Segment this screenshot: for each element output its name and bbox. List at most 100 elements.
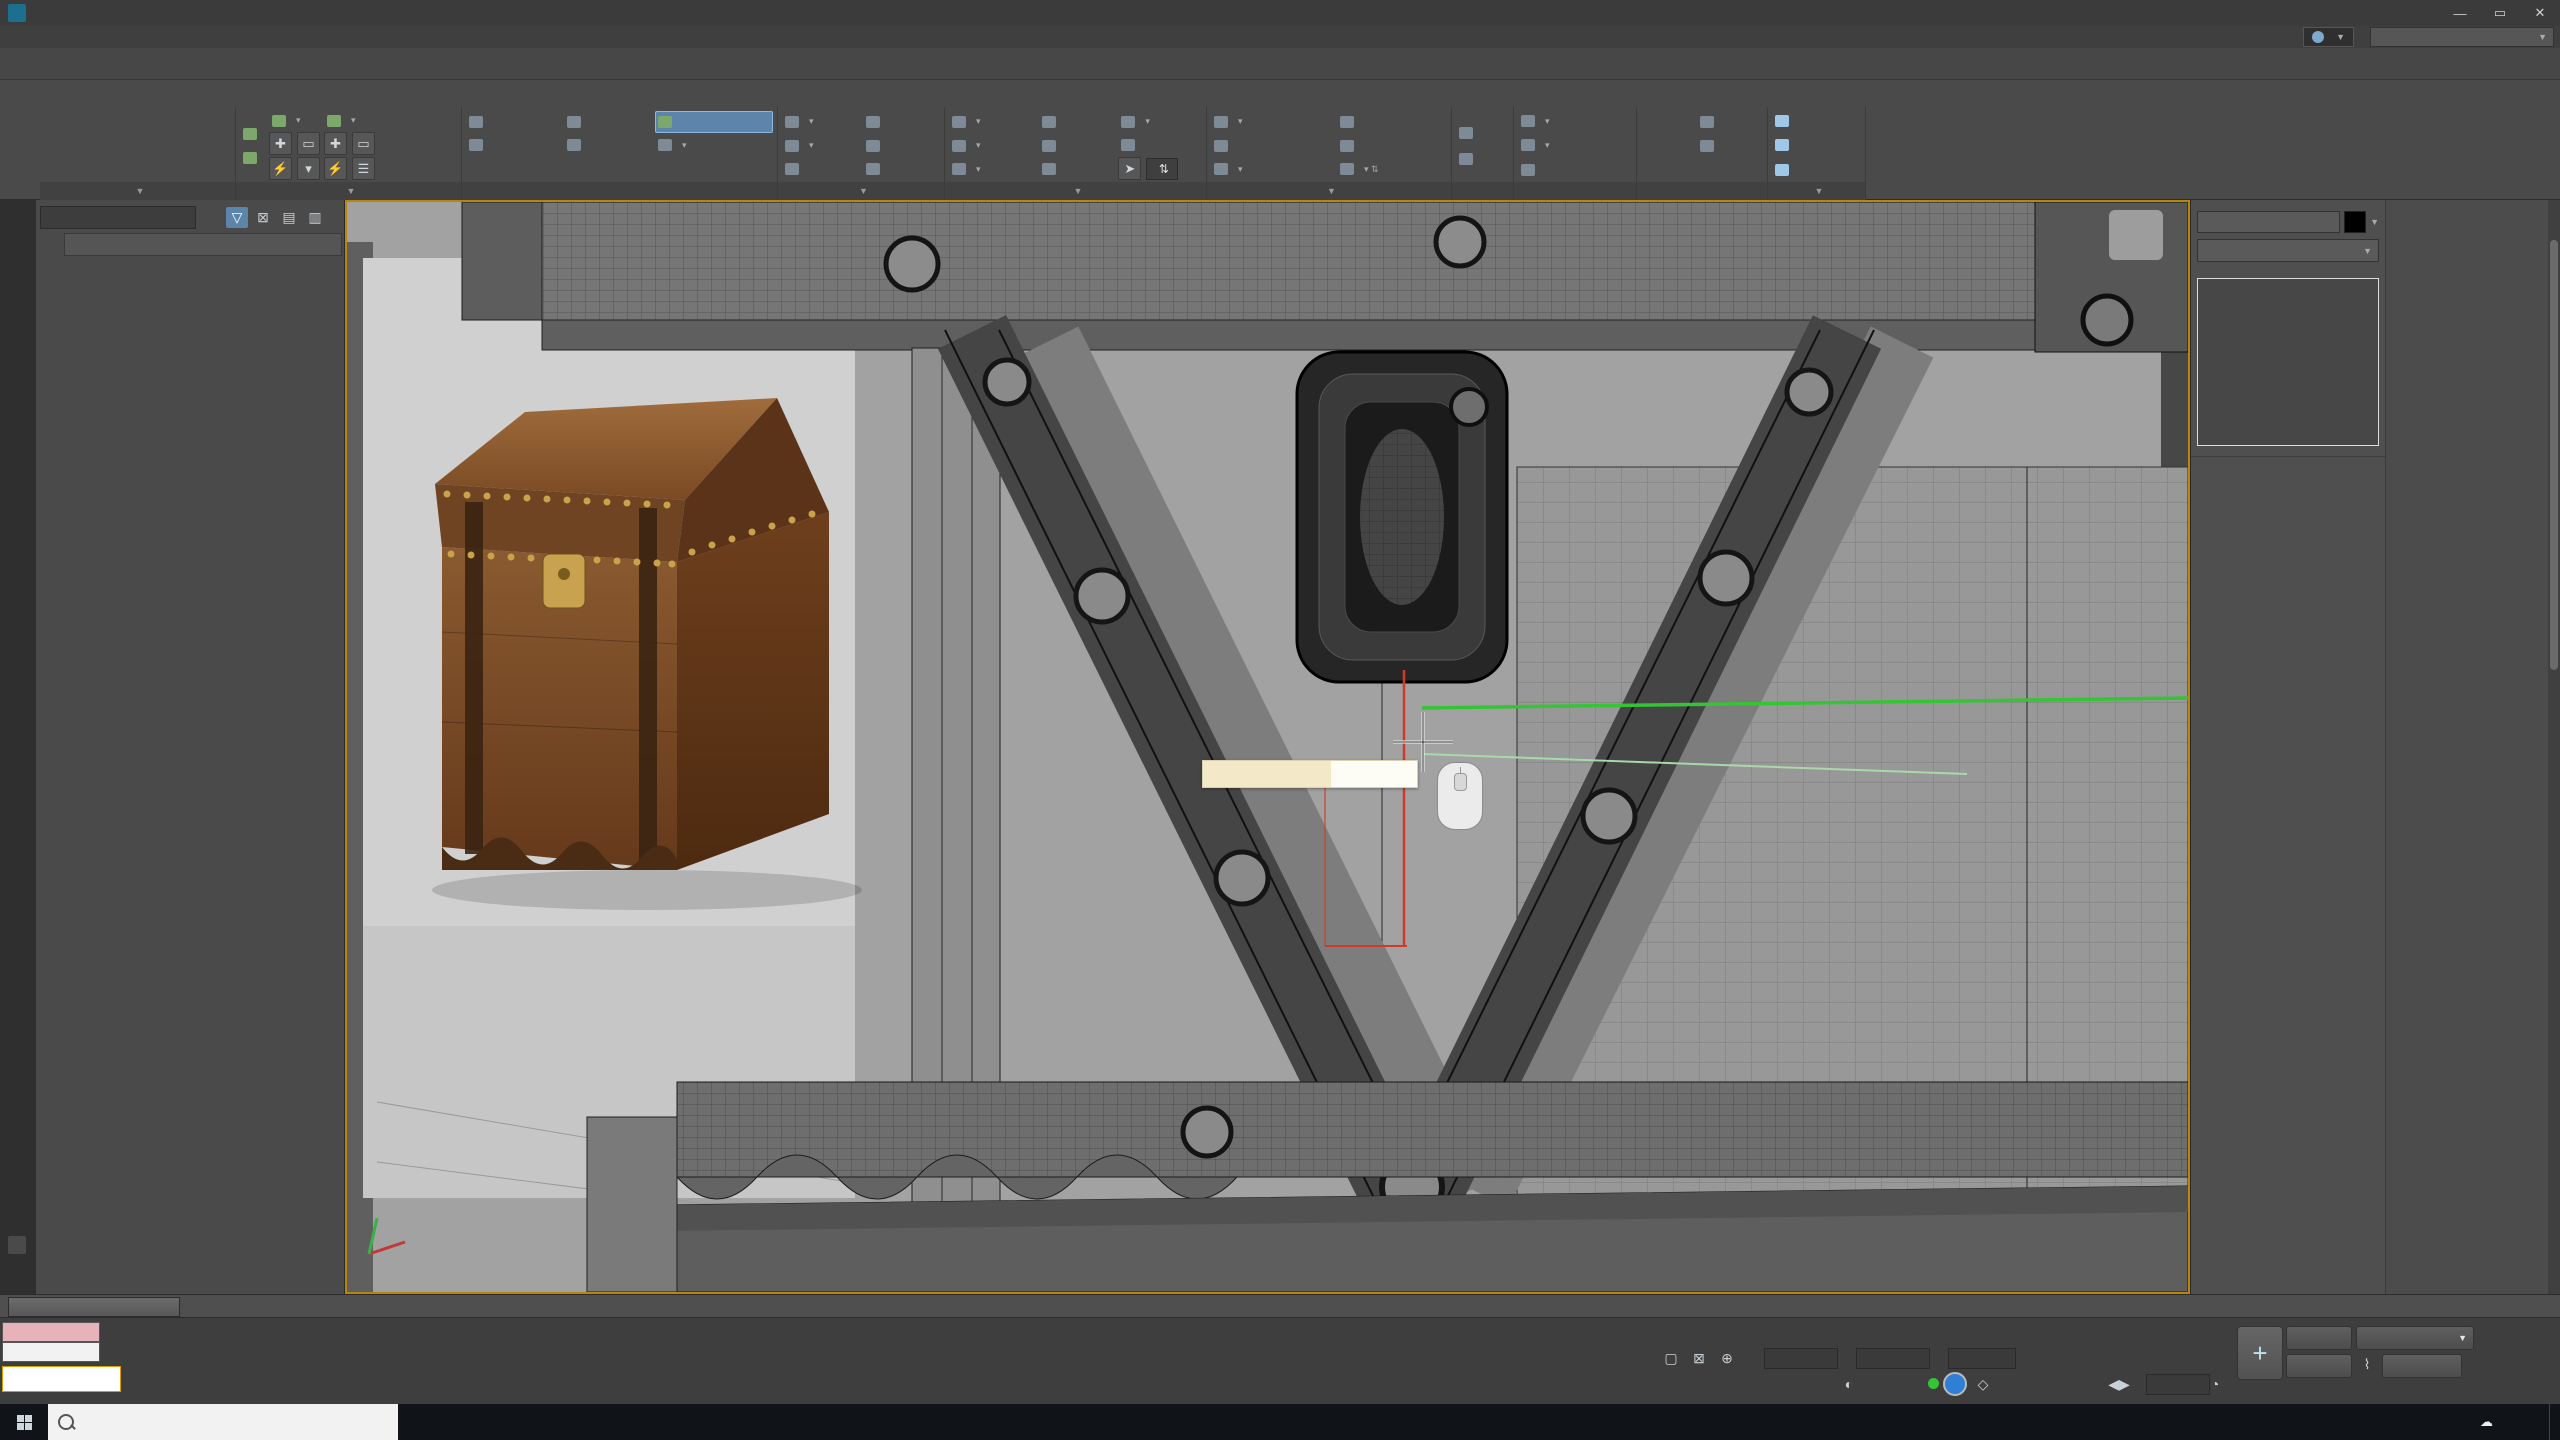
loop-grow-icon[interactable]: ✚ xyxy=(269,132,292,155)
align-section-label[interactable] xyxy=(1637,182,1767,200)
absolute-mode-icon[interactable]: ⊕ xyxy=(1716,1348,1738,1368)
auto-key-button[interactable] xyxy=(2286,1326,2352,1350)
create-button[interactable] xyxy=(863,111,940,133)
make-planar-button[interactable] xyxy=(1641,116,1693,176)
ring-grow-icon[interactable]: ✚ xyxy=(324,132,347,155)
signin-user-button[interactable]: ▼ xyxy=(2303,27,2354,47)
set-key-button[interactable] xyxy=(2286,1354,2352,1378)
y-coordinate-field[interactable] xyxy=(1856,1348,1930,1369)
insert-loop-button[interactable] xyxy=(1337,111,1445,133)
attach-button[interactable]: ▾ xyxy=(782,135,859,157)
hard-edge-button[interactable] xyxy=(1772,111,1861,131)
set-flow-button[interactable]: ▾ ⇅ xyxy=(1337,158,1445,180)
remove-loop-button[interactable] xyxy=(1337,135,1445,157)
x-coordinate-field[interactable] xyxy=(1764,1348,1838,1369)
smooth-30-button[interactable] xyxy=(1772,160,1861,180)
workspace-dropdown[interactable]: ▼ xyxy=(2370,27,2554,47)
split-button[interactable] xyxy=(1039,135,1115,157)
loop-shrink-icon[interactable]: ▭ xyxy=(297,132,320,155)
flow-connect-button[interactable]: ▾ xyxy=(1211,158,1333,180)
macro-recorder-field[interactable] xyxy=(2,1322,100,1342)
show-desktop-button[interactable] xyxy=(2549,1404,2556,1440)
close-button[interactable]: ✕ xyxy=(2520,1,2560,26)
smooth-edge-button[interactable] xyxy=(1772,135,1861,155)
viewport-canvas[interactable] xyxy=(347,202,2188,1292)
selected-keyset-dropdown[interactable]: ▼ xyxy=(2356,1326,2474,1350)
z-coordinate-field[interactable] xyxy=(1948,1348,2016,1369)
lock-explorer-icon[interactable]: ⊠ xyxy=(252,207,274,228)
clear-search-icon[interactable] xyxy=(200,207,222,228)
cut-button[interactable] xyxy=(564,134,650,156)
time-slider[interactable] xyxy=(0,1294,2560,1318)
subdivision-section-label[interactable] xyxy=(1514,182,1636,200)
edit-poly-level-field[interactable] xyxy=(44,113,223,117)
grow-button[interactable] xyxy=(240,123,265,145)
geometry-section-label[interactable]: ▼ xyxy=(778,182,944,200)
target-button[interactable] xyxy=(1039,158,1115,180)
loop-button[interactable]: ▾ xyxy=(269,111,320,130)
modify-selection-label[interactable]: ▼ xyxy=(236,182,461,200)
maxscript-listener-field[interactable] xyxy=(2,1342,100,1362)
use-displacement-button[interactable] xyxy=(1518,160,1632,180)
remove-button[interactable] xyxy=(1039,111,1115,133)
isolate-toggle-icon[interactable]: ◐ xyxy=(1838,1374,1860,1394)
ring-fast-icon[interactable]: ⚡ xyxy=(324,157,347,180)
flat-view-icon[interactable]: ▥ xyxy=(304,207,326,228)
panel-scroll-arrow-icon[interactable]: ▼ xyxy=(2370,217,2379,227)
to-grid-button[interactable] xyxy=(1697,135,1763,157)
object-color-swatch[interactable] xyxy=(2344,211,2366,233)
detach-button[interactable] xyxy=(782,158,859,180)
p-connect-button[interactable]: ▾ xyxy=(655,134,773,156)
qslice-button[interactable] xyxy=(564,111,650,133)
properties-section-label[interactable]: ▼ xyxy=(1768,182,1865,200)
key-filters-button[interactable] xyxy=(2382,1354,2462,1378)
connect-button[interactable]: ▾ xyxy=(1211,111,1333,133)
edges-section-label[interactable]: ▼ xyxy=(945,182,1206,200)
current-frame-field[interactable] xyxy=(2146,1374,2210,1395)
edit-section-label[interactable] xyxy=(462,182,777,200)
spin-button[interactable] xyxy=(1118,134,1202,155)
tessellate-button[interactable]: ▾ xyxy=(1518,135,1632,155)
selection-lock-icon[interactable]: ⊠ xyxy=(1688,1348,1710,1368)
chamfer-button[interactable]: ▾ xyxy=(949,135,1035,157)
ring-options-icon[interactable]: ☰ xyxy=(352,157,375,180)
turn-button[interactable] xyxy=(1456,148,1509,170)
taskbar-search[interactable] xyxy=(48,1404,398,1440)
cap-poly-button[interactable] xyxy=(863,158,940,180)
tris-section-label[interactable] xyxy=(1452,182,1513,200)
dist-connect-button[interactable] xyxy=(1211,135,1333,157)
selection-lock-region-icon[interactable]: ▢ xyxy=(1660,1348,1682,1368)
edit-tris-button[interactable] xyxy=(1456,122,1509,144)
explorer-filter-icon[interactable]: ▽ xyxy=(226,207,248,228)
msmooth-button[interactable]: ▾ xyxy=(1518,111,1632,131)
loops-section-label[interactable]: ▼ xyxy=(1207,182,1451,200)
edge-pick-icon[interactable]: ➤ xyxy=(1118,157,1141,180)
collapse-button[interactable] xyxy=(863,135,940,157)
set-keys-button[interactable]: + xyxy=(2237,1326,2283,1380)
shrink-button[interactable] xyxy=(240,147,265,169)
maximize-button[interactable]: ▭ xyxy=(2480,1,2520,26)
explorer-header[interactable] xyxy=(64,233,342,256)
explorer-search-input[interactable] xyxy=(40,206,196,229)
key-steps-icon[interactable]: ◔ xyxy=(2204,1374,2226,1394)
modifier-list-dropdown[interactable]: ▼ xyxy=(2197,239,2379,262)
rollout-scrollbar[interactable] xyxy=(2548,200,2560,1294)
nurms-button[interactable] xyxy=(466,134,559,156)
maxscript-listener-icon[interactable] xyxy=(8,1236,26,1254)
start-button[interactable] xyxy=(0,1404,48,1440)
relax-button[interactable]: ▾ xyxy=(782,111,859,133)
dope-sheet-mini-icon[interactable]: ⌇ xyxy=(2356,1354,2378,1374)
object-name-field[interactable] xyxy=(2197,211,2340,233)
to-view-button[interactable] xyxy=(1697,111,1763,133)
viewcube[interactable] xyxy=(2109,210,2163,260)
perspective-viewport[interactable] xyxy=(345,200,2190,1294)
key-mode-icon[interactable]: ◀▶ xyxy=(2108,1374,2130,1394)
selection-lock-badge[interactable] xyxy=(1943,1372,1967,1396)
polygon-modeling-label[interactable]: ▼ xyxy=(40,182,235,200)
extrude-button[interactable]: ▾ xyxy=(949,111,1035,133)
bridge-button[interactable]: ▾ xyxy=(1118,111,1202,132)
tree-view-icon[interactable]: ▤ xyxy=(278,207,300,228)
weld-button[interactable]: ▾ xyxy=(949,158,1035,180)
loop-fast-icon[interactable]: ⚡ xyxy=(269,157,292,180)
repeat-button[interactable] xyxy=(466,111,559,133)
